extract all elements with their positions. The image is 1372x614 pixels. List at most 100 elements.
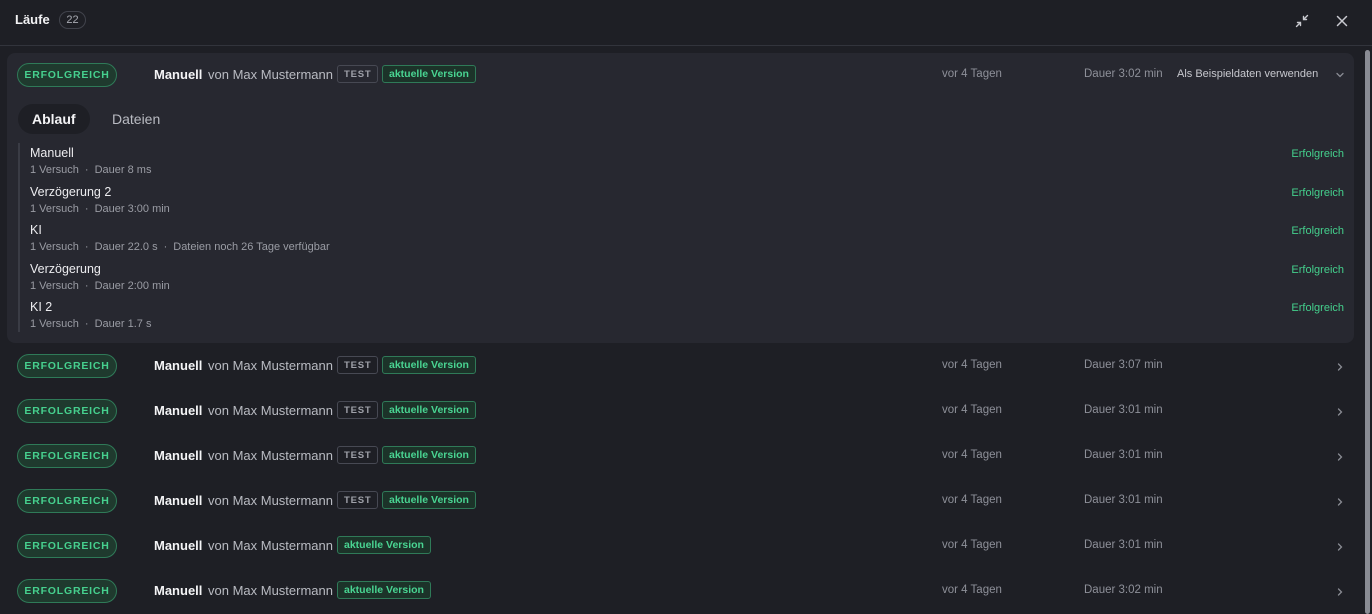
step-files-availability: Dateien noch 26 Tage verfügbar bbox=[173, 241, 330, 253]
run-duration: Dauer 3:02 min bbox=[1084, 68, 1163, 80]
version-tag: aktuelle Version bbox=[337, 581, 431, 599]
step-duration: Dauer 22.0 s bbox=[94, 241, 158, 253]
run-row[interactable]: ERFOLGREICH Manuell von Max Mustermann T… bbox=[0, 481, 1360, 521]
step-name: KI bbox=[30, 223, 42, 237]
run-title: Manuell bbox=[154, 538, 203, 553]
step-status: Erfolgreich bbox=[1291, 302, 1344, 314]
run-row[interactable]: ERFOLGREICH Manuell von Max Mustermann a… bbox=[0, 526, 1360, 566]
status-badge: ERFOLGREICH bbox=[17, 63, 117, 87]
step-attempts: 1 Versuch bbox=[30, 318, 79, 330]
run-row[interactable]: ERFOLGREICH Manuell von Max Mustermann T… bbox=[0, 346, 1360, 386]
run-author: von Max Mustermann bbox=[208, 538, 333, 553]
step-item[interactable]: Verzögerung 1 Versuch · Dauer 2:00 min Erf… bbox=[30, 262, 1344, 300]
step-attempts: 1 Versuch bbox=[30, 241, 79, 253]
run-time: vor 4 Tagen bbox=[942, 68, 1002, 80]
scrollbar-thumb[interactable] bbox=[1365, 50, 1370, 614]
run-title: Manuell bbox=[154, 403, 203, 418]
step-name: Verzögerung 2 bbox=[30, 185, 112, 199]
step-name: Verzögerung bbox=[30, 262, 101, 276]
run-author: von Max Mustermann bbox=[208, 403, 333, 418]
run-author: von Max Mustermann bbox=[208, 67, 333, 82]
run-author: von Max Mustermann bbox=[208, 583, 333, 598]
run-duration: Dauer 3:01 min bbox=[1084, 404, 1163, 416]
step-duration: Dauer 8 ms bbox=[94, 164, 152, 176]
test-tag: TEST bbox=[337, 401, 379, 419]
run-duration: Dauer 3:01 min bbox=[1084, 449, 1163, 461]
step-duration: Dauer 1.7 s bbox=[94, 318, 152, 330]
run-time: vor 4 Tagen bbox=[942, 494, 1002, 506]
status-badge: ERFOLGREICH bbox=[17, 579, 117, 603]
chevron-right-icon[interactable] bbox=[1334, 360, 1346, 372]
step-meta: 1 Versuch · Dauer 1.7 s bbox=[30, 318, 152, 330]
runs-count-badge: 22 bbox=[59, 11, 86, 29]
collapse-icon[interactable] bbox=[1292, 11, 1312, 31]
step-item[interactable]: Manuell 1 Versuch · Dauer 8 ms Erfolgreich bbox=[30, 146, 1344, 184]
run-time: vor 4 Tagen bbox=[942, 449, 1002, 461]
version-tag: aktuelle Version bbox=[382, 491, 476, 509]
step-status: Erfolgreich bbox=[1291, 264, 1344, 276]
step-duration: Dauer 3:00 min bbox=[94, 203, 170, 215]
step-attempts: 1 Versuch bbox=[30, 203, 79, 215]
version-tag: aktuelle Version bbox=[382, 446, 476, 464]
step-item[interactable]: KI 2 1 Versuch · Dauer 1.7 s Erfolgreich bbox=[30, 300, 1344, 338]
chevron-right-icon[interactable] bbox=[1334, 405, 1346, 417]
run-time: vor 4 Tagen bbox=[942, 539, 1002, 551]
test-tag: TEST bbox=[337, 65, 379, 83]
version-tag: aktuelle Version bbox=[382, 65, 476, 83]
run-title: Manuell bbox=[154, 448, 203, 463]
step-meta: 1 Versuch · Dauer 22.0 s · Dateien noch 26 T… bbox=[30, 241, 330, 253]
run-row[interactable]: ERFOLGREICH Manuell von Max Mustermann T… bbox=[0, 436, 1360, 476]
runs-header: Läufe 22 bbox=[0, 0, 1372, 46]
run-author: von Max Mustermann bbox=[208, 493, 333, 508]
run-row[interactable]: ERFOLGREICH Manuell von Max Mustermann T… bbox=[0, 391, 1360, 431]
use-as-sample-data-link[interactable]: Als Beispieldaten verwenden bbox=[1177, 68, 1318, 80]
chevron-right-icon[interactable] bbox=[1334, 495, 1346, 507]
step-attempts: 1 Versuch bbox=[30, 164, 79, 176]
run-author: von Max Mustermann bbox=[208, 448, 333, 463]
step-meta: 1 Versuch · Dauer 3:00 min bbox=[30, 203, 170, 215]
run-time: vor 4 Tagen bbox=[942, 404, 1002, 416]
run-author: von Max Mustermann bbox=[208, 358, 333, 373]
step-status: Erfolgreich bbox=[1291, 187, 1344, 199]
chevron-right-icon[interactable] bbox=[1334, 540, 1346, 552]
run-title: Manuell bbox=[154, 67, 203, 82]
test-tag: TEST bbox=[337, 491, 379, 509]
version-tag: aktuelle Version bbox=[337, 536, 431, 554]
chevron-down-icon[interactable] bbox=[1334, 68, 1346, 80]
test-tag: TEST bbox=[337, 446, 379, 464]
step-meta: 1 Versuch · Dauer 8 ms bbox=[30, 164, 152, 176]
status-badge: ERFOLGREICH bbox=[17, 444, 117, 468]
run-duration: Dauer 3:01 min bbox=[1084, 539, 1163, 551]
step-status: Erfolgreich bbox=[1291, 225, 1344, 237]
run-row-expanded[interactable]: ERFOLGREICH Manuell von Max Mustermann T… bbox=[0, 54, 1360, 94]
status-badge: ERFOLGREICH bbox=[17, 354, 117, 378]
chevron-right-icon[interactable] bbox=[1334, 450, 1346, 462]
status-badge: ERFOLGREICH bbox=[17, 489, 117, 513]
step-status: Erfolgreich bbox=[1291, 148, 1344, 160]
run-time: vor 4 Tagen bbox=[942, 584, 1002, 596]
step-attempts: 1 Versuch bbox=[30, 280, 79, 292]
run-title: Manuell bbox=[154, 583, 203, 598]
run-duration: Dauer 3:02 min bbox=[1084, 584, 1163, 596]
step-name: KI 2 bbox=[30, 300, 53, 314]
chevron-right-icon[interactable] bbox=[1334, 585, 1346, 597]
run-time: vor 4 Tagen bbox=[942, 359, 1002, 371]
run-title: Manuell bbox=[154, 493, 203, 508]
tab-dateien[interactable]: Dateien bbox=[98, 104, 174, 134]
tab-ablauf[interactable]: Ablauf bbox=[18, 104, 90, 134]
step-name: Manuell bbox=[30, 146, 74, 160]
version-tag: aktuelle Version bbox=[382, 356, 476, 374]
test-tag: TEST bbox=[337, 356, 379, 374]
step-item[interactable]: Verzögerung 2 1 Versuch · Dauer 3:00 min E… bbox=[30, 185, 1344, 223]
status-badge: ERFOLGREICH bbox=[17, 399, 117, 423]
step-duration: Dauer 2:00 min bbox=[94, 280, 170, 292]
version-tag: aktuelle Version bbox=[382, 401, 476, 419]
run-title: Manuell bbox=[154, 358, 203, 373]
step-meta: 1 Versuch · Dauer 2:00 min bbox=[30, 280, 170, 292]
close-icon[interactable] bbox=[1332, 11, 1352, 31]
run-row[interactable]: ERFOLGREICH Manuell von Max Mustermann a… bbox=[0, 571, 1360, 611]
run-duration: Dauer 3:01 min bbox=[1084, 494, 1163, 506]
panel-title: Läufe bbox=[15, 12, 50, 27]
step-item[interactable]: KI 1 Versuch · Dauer 22.0 s · Dateien noch 2… bbox=[30, 223, 1344, 261]
status-badge: ERFOLGREICH bbox=[17, 534, 117, 558]
